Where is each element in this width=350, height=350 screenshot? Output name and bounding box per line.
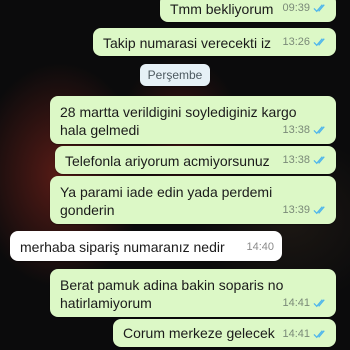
- message-bubble-outgoing[interactable]: Corum merkeze gelecek 14:41: [113, 319, 336, 347]
- double-check-read-icon: [313, 156, 325, 165]
- message-bubble-incoming[interactable]: merhaba sipariş numaranız nedir 14:40: [10, 231, 282, 261]
- double-check-read-icon: [313, 299, 325, 308]
- double-check-read-icon: [313, 330, 325, 339]
- message-bubble-outgoing[interactable]: 28 martta verildigini soylediginiz kargo…: [50, 96, 336, 144]
- double-check-read-icon: [313, 4, 325, 13]
- message-time: 13:39: [282, 204, 310, 216]
- double-check-read-icon: [313, 38, 325, 47]
- date-separator: Perşembe: [140, 64, 210, 86]
- message-text: merhaba sipariş numaranız nedir: [20, 239, 225, 255]
- message-meta: 09:39: [282, 0, 328, 17]
- message-meta: 13:38: [282, 121, 328, 139]
- double-check-read-icon: [313, 126, 325, 135]
- message-meta: 13:26: [282, 33, 328, 51]
- message-bubble-outgoing[interactable]: Ya parami iade edin yada perdemi gonderi…: [50, 176, 336, 224]
- message-meta: 14:41: [282, 325, 328, 343]
- message-meta: 13:38: [282, 151, 328, 169]
- message-time: 14:41: [282, 297, 310, 309]
- message-time: 13:38: [282, 154, 310, 166]
- message-time: 09:39: [282, 2, 310, 14]
- message-meta: 14:40: [246, 238, 274, 256]
- chat-area[interactable]: Tmm bekliyorum 09:39 Takip numarasi vere…: [0, 0, 350, 350]
- message-time: 13:38: [282, 124, 310, 136]
- message-bubble-outgoing[interactable]: Berat pamuk adina bakin soparis no hatir…: [50, 269, 336, 317]
- message-bubble-outgoing[interactable]: Telefonla ariyorum acmiyorsunuz 13:38: [55, 146, 336, 174]
- message-time: 14:40: [246, 241, 274, 253]
- double-check-read-icon: [313, 206, 325, 215]
- message-bubble-outgoing[interactable]: Takip numarasi verecekti iz 13:26: [93, 28, 336, 56]
- message-bubble-outgoing[interactable]: Tmm bekliyorum 09:39: [160, 0, 336, 22]
- message-time: 14:41: [282, 328, 310, 340]
- message-meta: 14:41: [282, 294, 328, 312]
- message-time: 13:26: [282, 36, 310, 48]
- message-meta: 13:39: [282, 201, 328, 219]
